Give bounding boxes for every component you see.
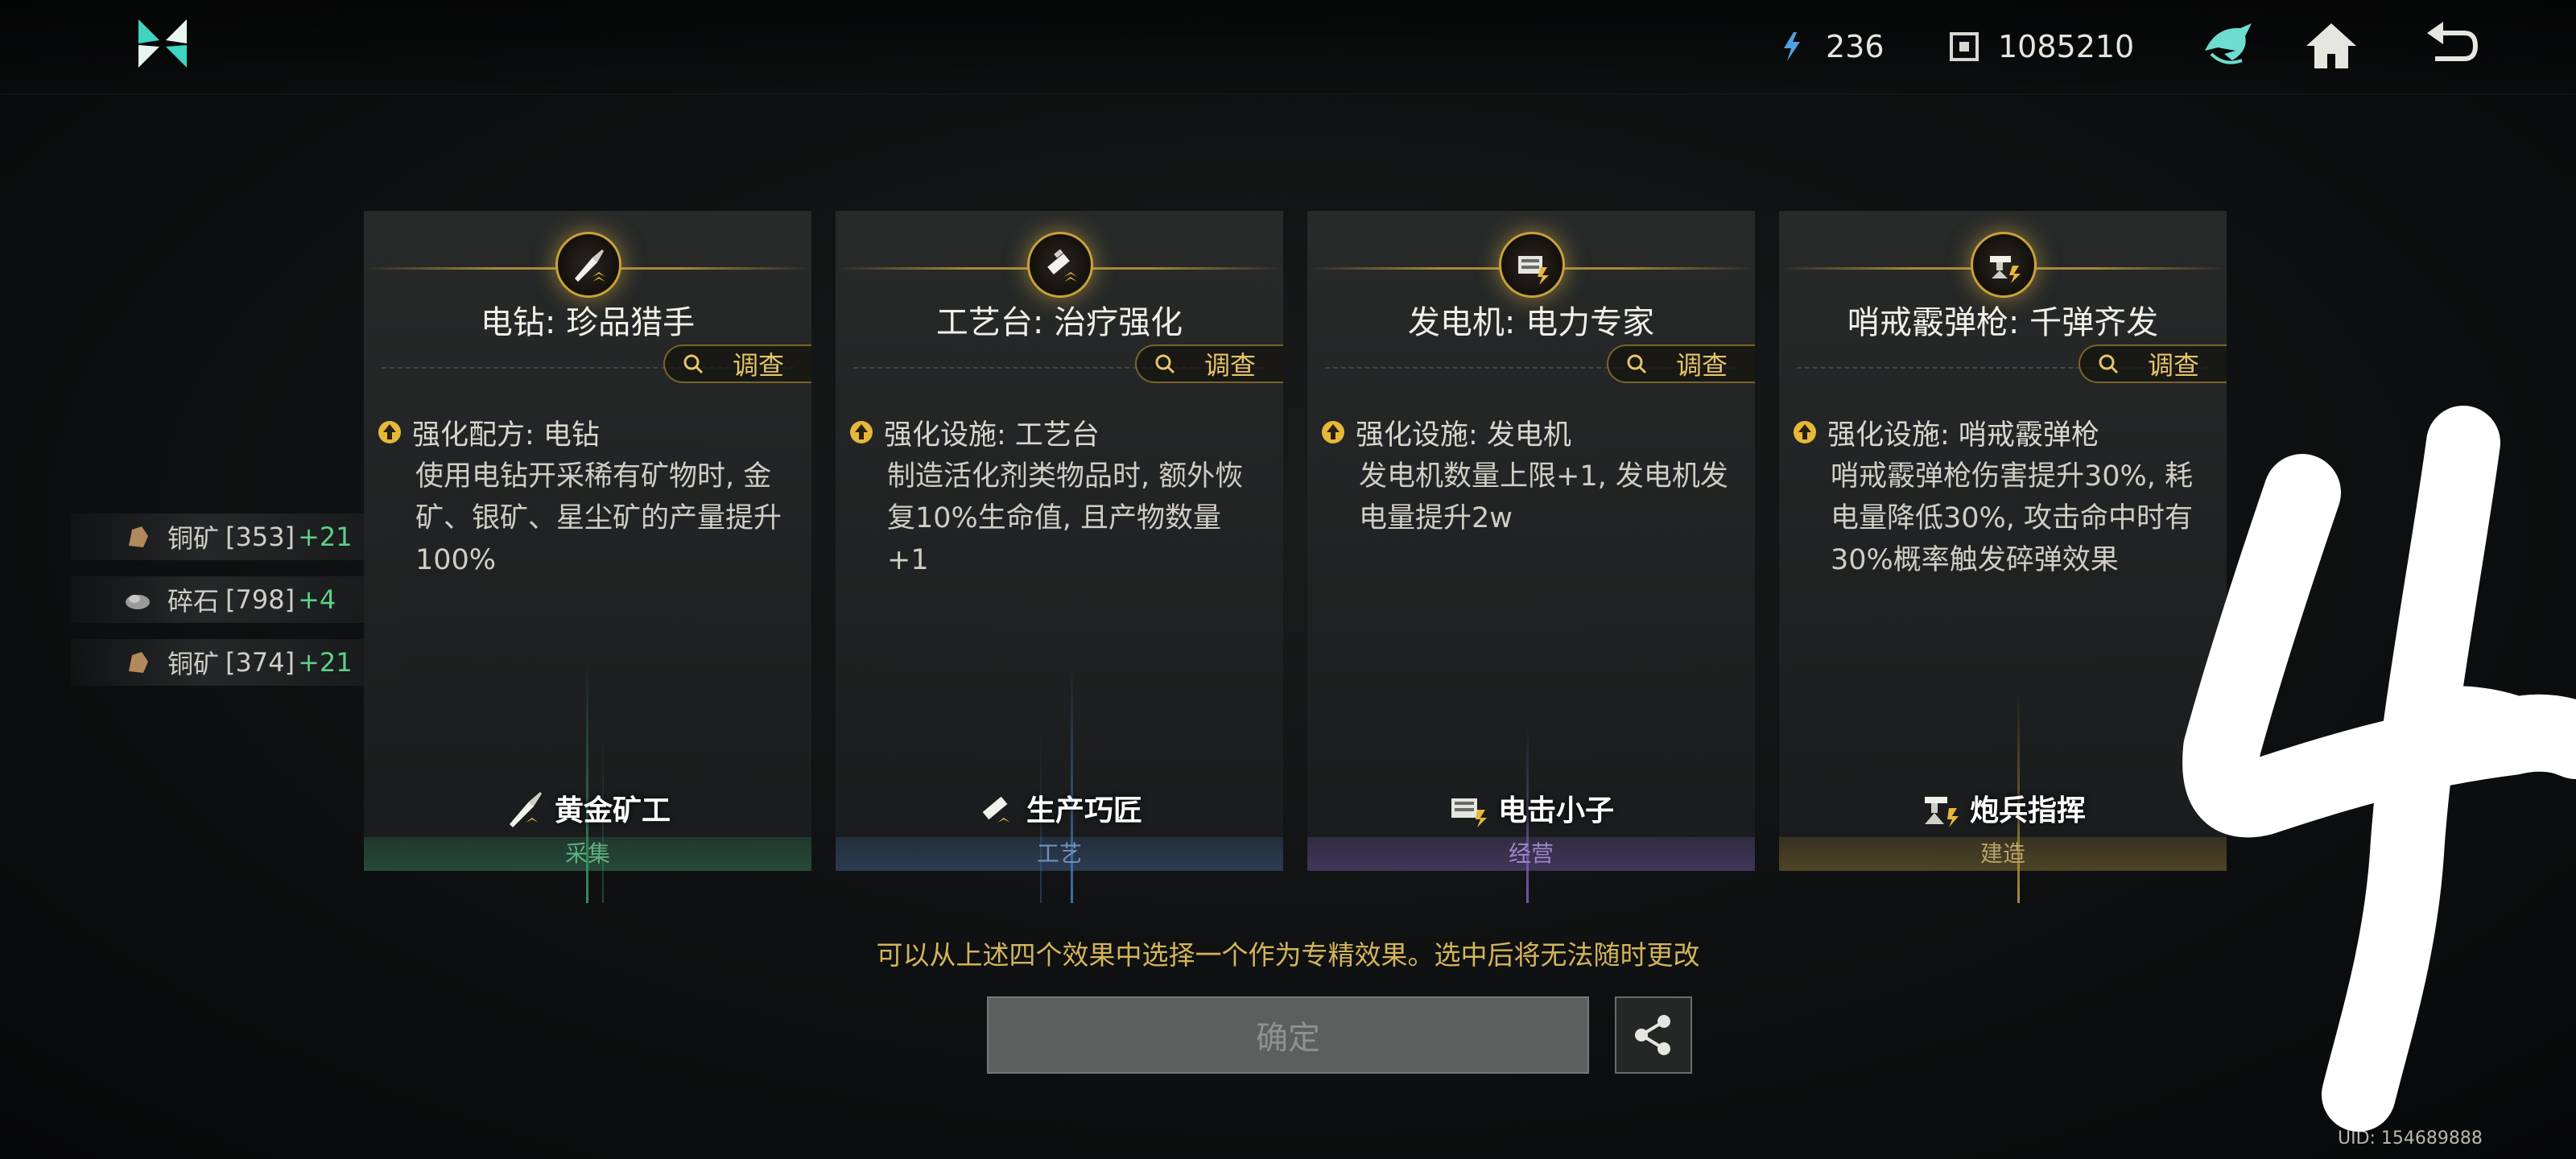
gravel-icon xyxy=(126,595,150,609)
search-icon xyxy=(1155,354,1175,374)
card-title: 哨戒霰弹枪: 千弹齐发 xyxy=(1847,304,2159,341)
effect-head: 强化设施: 发电机 xyxy=(1356,419,1571,452)
trait-name: 生产巧匠 xyxy=(1026,794,1142,827)
trait-name: 黄金矿工 xyxy=(554,794,671,827)
upgrade-icon xyxy=(1322,421,1344,443)
effect-block: 强化设施: 哨戒霰弹枪 哨戒霰弹枪伤害提升30%, 耗电量降低30%, 攻击命中… xyxy=(1792,414,2202,581)
material-name: 铜矿 xyxy=(167,649,220,679)
upgrade-icon xyxy=(1794,421,1816,443)
workbench-icon xyxy=(982,796,1010,823)
effect-block: 强化设施: 发电机 发电机数量上限+1, 发电机发电量提升2w xyxy=(1320,414,1731,539)
category-label: 工艺 xyxy=(836,837,1283,871)
copper-ore-icon xyxy=(129,652,148,673)
effect-block: 强化设施: 工艺台 制造活化剂类物品时, 额外恢复10%生命值, 且产物数量+1 xyxy=(848,414,1259,581)
drill-icon xyxy=(575,250,605,282)
material-gain: +4 xyxy=(298,584,336,615)
top-bar: 236 1085210 xyxy=(0,0,2576,95)
material-gain: +21 xyxy=(298,647,353,678)
coin-value: 1085210 xyxy=(1998,29,2135,64)
specialization-card[interactable]: 工艺台: 治疗强化 调查 强化设施: 工艺台 制造活化剂类物品时, 额外恢复10… xyxy=(836,211,1283,903)
material-count: [353] xyxy=(225,522,295,552)
category-label: 采集 xyxy=(364,837,811,871)
specialization-card[interactable]: 哨戒霰弹枪: 千弹齐发 调查 强化设施: 哨戒霰弹枪 哨戒霰弹枪伤害提升30%,… xyxy=(1779,211,2227,903)
search-icon xyxy=(1627,354,1647,374)
generator-badge xyxy=(1499,232,1565,298)
card-title: 发电机: 电力专家 xyxy=(1407,304,1655,341)
material-item: 铜矿 [374] +21 xyxy=(71,639,401,686)
selection-hint: 可以从上述四个效果中选择一个作为专精效果。选中后将无法随时更改 xyxy=(876,939,1700,971)
turret-icon xyxy=(1924,797,1959,827)
investigate-label: 调查 xyxy=(1204,350,1257,381)
home-button[interactable] xyxy=(2301,16,2362,77)
effect-description: 哨戒霰弹枪伤害提升30%, 耗电量降低30%, 攻击命中时有30%概率触发碎弹效… xyxy=(1831,460,2194,576)
material-count: [798] xyxy=(225,584,295,615)
investigate-label: 调查 xyxy=(1676,350,1728,381)
search-icon xyxy=(2099,354,2119,374)
effect-head: 强化设施: 工艺台 xyxy=(884,419,1100,452)
effect-description: 制造活化剂类物品时, 额外恢复10%生命值, 且产物数量+1 xyxy=(887,460,1244,576)
investigate-button[interactable]: 调查 xyxy=(1607,344,1755,383)
upgrade-icon xyxy=(850,421,873,443)
category-label: 建造 xyxy=(1779,837,2227,871)
material-gain: +21 xyxy=(298,522,353,552)
share-icon xyxy=(1635,1015,1670,1055)
category-label: 经营 xyxy=(1307,837,1755,871)
confirm-button[interactable]: 确定 xyxy=(987,996,1589,1074)
effect-block: 强化配方: 电钻 使用电钻开采稀有矿物时, 金矿、银矿、星尘矿的产量提升100% xyxy=(377,414,787,581)
trait-label: 黄金矿工 xyxy=(364,787,811,829)
wolf-emblem-button[interactable] xyxy=(2198,16,2259,77)
investigate-button[interactable]: 调查 xyxy=(663,344,811,383)
generator-icon xyxy=(1518,256,1549,285)
user-id: UID: 154689888 xyxy=(2338,1128,2483,1149)
effect-description: 发电机数量上限+1, 发电机发电量提升2w xyxy=(1359,460,1728,534)
drill-icon xyxy=(509,792,542,827)
effect-description: 使用电钻开采稀有矿物时, 金矿、银矿、星尘矿的产量提升100% xyxy=(415,460,782,576)
material-count: [374] xyxy=(225,647,295,678)
material-name: 碎石 xyxy=(167,586,220,617)
back-arrow-icon xyxy=(2427,22,2479,61)
coin-counter: 1085210 xyxy=(1948,23,2134,71)
specialization-card[interactable]: 电钻: 珍品猎手 调查 强化配方: 电钻 使用电钻开采稀有矿物时, 金矿、银矿、… xyxy=(364,211,811,903)
investigate-button[interactable]: 调查 xyxy=(2079,344,2227,383)
turret-badge xyxy=(1971,232,2037,298)
specialization-card[interactable]: 发电机: 电力专家 调查 强化设施: 发电机 发电机数量上限+1, 发电机发电量… xyxy=(1307,211,1755,903)
energy-crystal-icon xyxy=(1784,32,1800,61)
effect-head: 强化设施: 哨戒霰弹枪 xyxy=(1827,419,2099,452)
investigate-button[interactable]: 调查 xyxy=(1135,344,1283,383)
material-item: 铜矿 [353] +21 xyxy=(71,514,401,560)
wolf-emblem-icon xyxy=(2205,23,2252,64)
investigate-label: 调查 xyxy=(2148,350,2200,381)
drill-badge xyxy=(555,232,621,298)
share-button[interactable] xyxy=(1615,996,1692,1074)
workbench-icon xyxy=(1047,249,1077,282)
trait-name: 炮兵指挥 xyxy=(1969,794,2086,827)
search-icon xyxy=(683,354,704,374)
upgrade-icon xyxy=(378,421,401,443)
coin-icon xyxy=(1950,32,1979,61)
workbench-badge xyxy=(1027,232,1093,298)
trait-label: 生产巧匠 xyxy=(836,787,1283,829)
trait-label: 炮兵指挥 xyxy=(1779,787,2227,829)
energy-counter: 236 xyxy=(1776,23,1885,71)
material-name: 铜矿 xyxy=(167,523,220,554)
game-logo-icon[interactable] xyxy=(135,16,190,71)
copper-ore-icon xyxy=(129,526,148,547)
card-title: 电钻: 珍品猎手 xyxy=(480,304,696,341)
investigate-label: 调查 xyxy=(733,350,785,381)
card-title: 工艺台: 治疗强化 xyxy=(935,304,1183,341)
turret-icon xyxy=(1990,256,2021,283)
material-item: 碎石 [798] +4 xyxy=(71,576,401,623)
effect-head: 强化配方: 电钻 xyxy=(412,419,600,452)
back-button[interactable] xyxy=(2421,16,2483,77)
generator-icon xyxy=(1451,798,1487,827)
home-icon xyxy=(2306,23,2356,68)
trait-label: 电击小子 xyxy=(1307,787,1755,829)
trait-name: 电击小子 xyxy=(1497,794,1614,827)
energy-value: 236 xyxy=(1826,29,1885,64)
